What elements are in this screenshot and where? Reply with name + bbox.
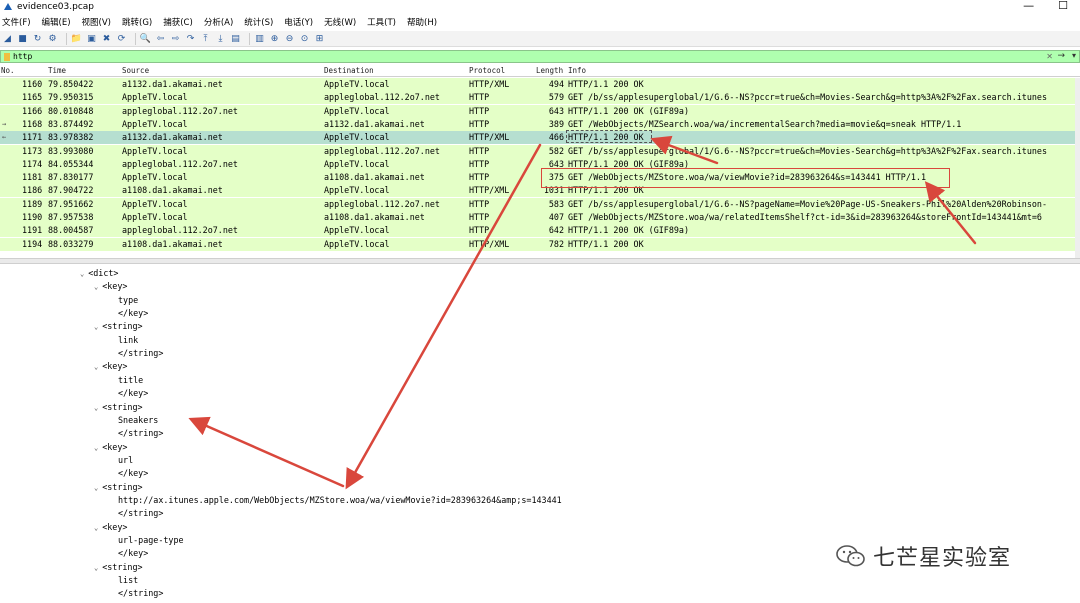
wechat-logo-icon [836,545,865,567]
arrow-to-response [650,135,719,165]
annotation-arrows [188,135,977,490]
arrow-to-title-string [188,416,345,488]
arrow-to-url-string [345,143,542,490]
arrow-to-request [924,181,977,245]
watermark-text: 七芒星实验室 [873,546,1012,571]
watermark: 七芒星实验室 [835,540,1011,572]
